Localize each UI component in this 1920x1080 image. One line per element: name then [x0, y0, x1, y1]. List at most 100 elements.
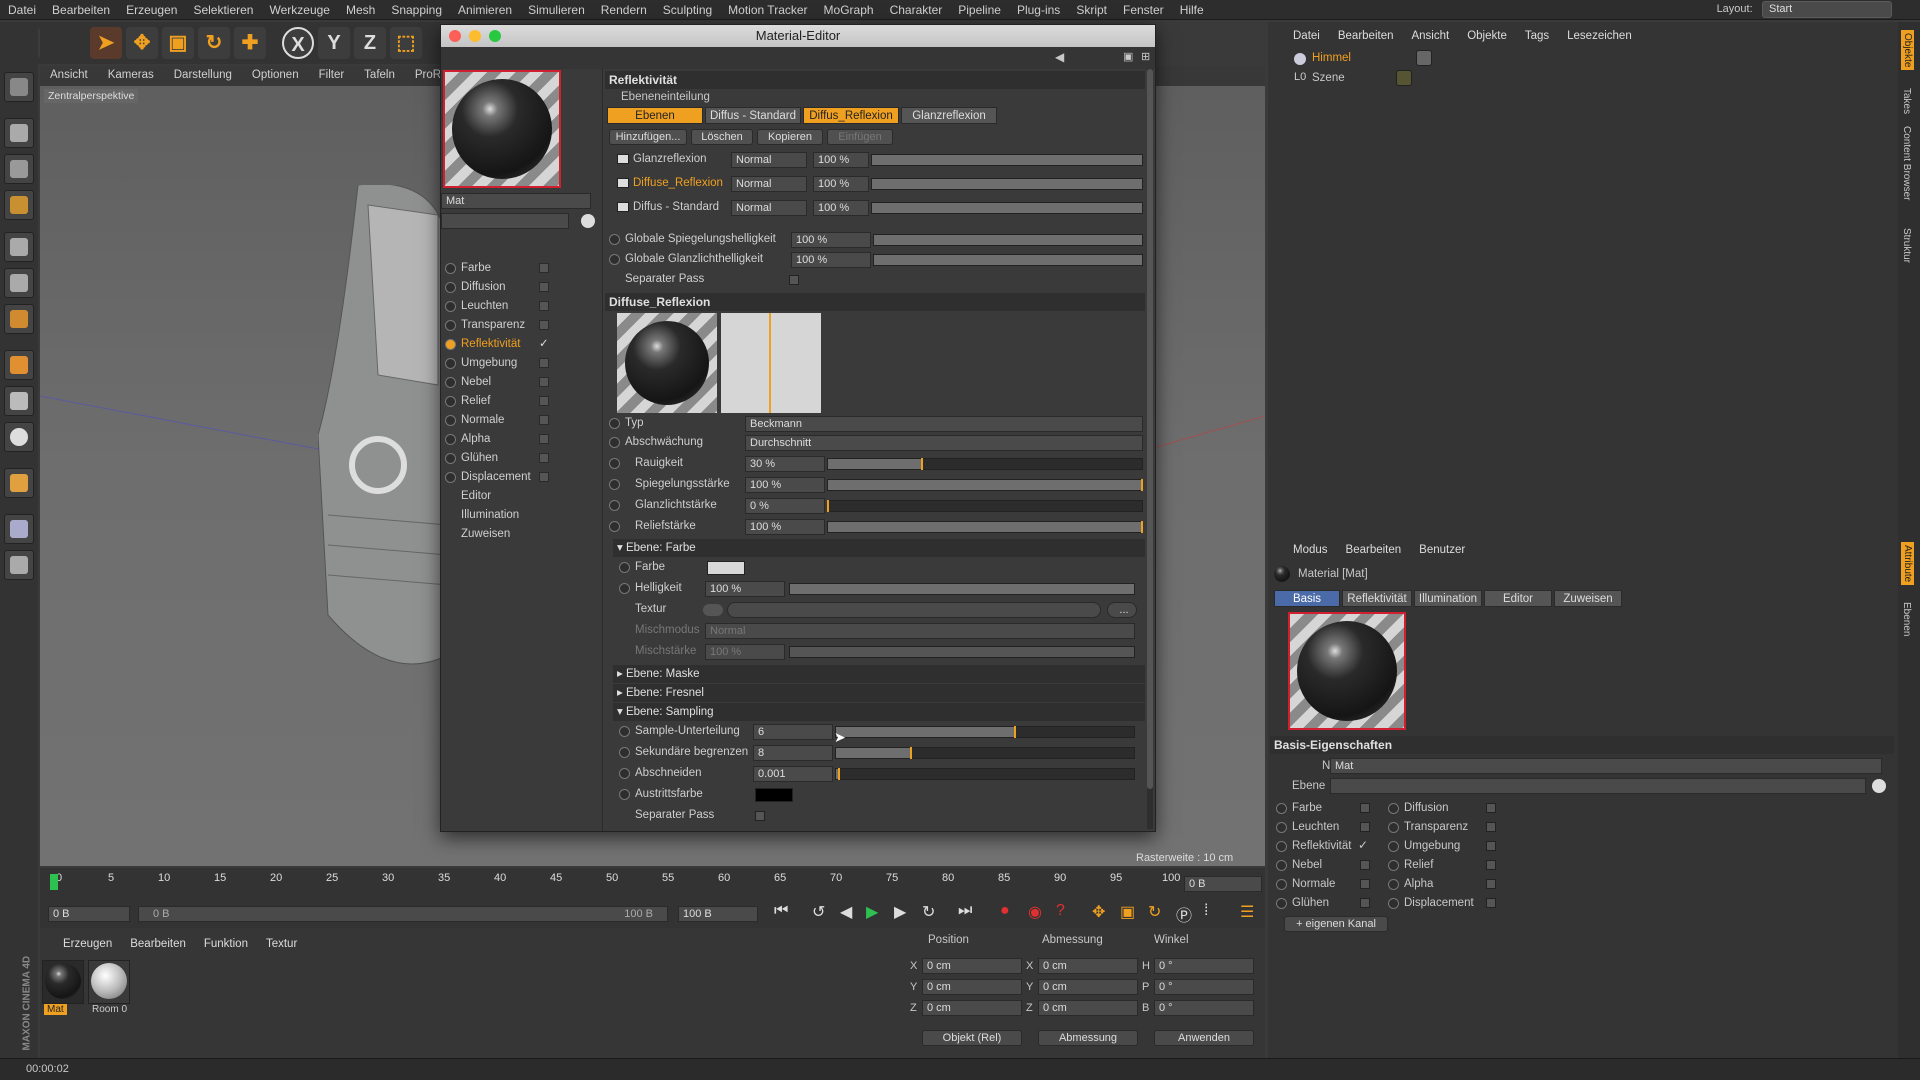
param-slider[interactable]: [827, 458, 1143, 470]
tweak-mode-icon[interactable]: [4, 386, 34, 416]
channel-umgebung[interactable]: Umgebung: [443, 354, 601, 373]
size-x-field[interactable]: 0 cm: [1038, 958, 1138, 974]
channel-normale[interactable]: Normale: [443, 411, 601, 430]
param-field[interactable]: 100 %: [791, 232, 871, 248]
menu-simulieren[interactable]: Simulieren: [520, 0, 593, 18]
param-radio[interactable]: [619, 583, 630, 594]
menu-pipeline[interactable]: Pipeline: [950, 0, 1009, 18]
channel-checkbox[interactable]: [1486, 822, 1496, 832]
om-menu-ansicht[interactable]: Ansicht: [1402, 26, 1458, 46]
end-frame-field[interactable]: 100 B: [678, 906, 758, 922]
material-name-field[interactable]: Mat: [441, 193, 591, 209]
channel-checkbox[interactable]: [539, 282, 549, 292]
polygons-mode-icon[interactable]: [4, 304, 34, 334]
separate-pass-checkbox[interactable]: [789, 275, 799, 285]
layer-strength-slider[interactable]: [871, 202, 1143, 214]
layer-strength-field[interactable]: 100 %: [813, 176, 869, 192]
mm-menu-funktion[interactable]: Funktion: [195, 934, 257, 954]
vp-menu-tafeln[interactable]: Tafeln: [354, 66, 405, 84]
menu-mesh[interactable]: Mesh: [338, 0, 383, 18]
layer-visibility-icon[interactable]: [617, 154, 629, 164]
start-frame-field[interactable]: 0 B: [48, 906, 130, 922]
menu-animieren[interactable]: Animieren: [450, 0, 520, 18]
am-menu-benutzer[interactable]: Benutzer: [1410, 540, 1474, 560]
record-icon[interactable]: ●: [1000, 902, 1010, 920]
channel-reflektivitaet[interactable]: Reflektivität ✓: [443, 335, 601, 354]
param-radio[interactable]: [619, 789, 630, 800]
separate-pass-2-row[interactable]: Separater Pass: [605, 807, 1155, 825]
mix-strength-row[interactable]: Mischstärke 100 %: [605, 643, 1155, 661]
channel-checkbox[interactable]: [1486, 841, 1496, 851]
model-mode-icon[interactable]: [4, 72, 34, 102]
type-row[interactable]: Typ Beckmann: [605, 415, 1155, 433]
roughness-row[interactable]: Rauigkeit 30 %: [605, 455, 1155, 473]
channel-farbe[interactable]: Farbe: [443, 259, 601, 278]
param-field[interactable]: 100 %: [745, 519, 825, 535]
param-slider[interactable]: [789, 583, 1135, 595]
param-radio[interactable]: [609, 521, 620, 532]
snap-icon[interactable]: [4, 422, 34, 452]
material-tag-icon[interactable]: [1396, 70, 1412, 86]
axis-z-button[interactable]: Z: [354, 27, 386, 59]
fresnel-group-header[interactable]: ▸ Ebene: Fresnel: [613, 684, 1145, 702]
vp-menu-optionen[interactable]: Optionen: [242, 66, 309, 84]
scale-tool-icon[interactable]: ▣: [162, 27, 194, 59]
layer-tab-diffus-standard[interactable]: Diffus - Standard: [705, 107, 801, 124]
bump-strength-row[interactable]: Reliefstärke 100 %: [605, 518, 1155, 536]
param-slider[interactable]: [835, 726, 1135, 738]
layer-picker-icon[interactable]: [1872, 779, 1886, 793]
separate-pass-row[interactable]: Separater Pass: [605, 271, 1155, 289]
menu-hilfe[interactable]: Hilfe: [1172, 0, 1212, 18]
exit-color-row[interactable]: Austrittsfarbe: [605, 786, 1155, 804]
channel-transparenz[interactable]: Transparenz: [443, 316, 601, 335]
param-slider[interactable]: [827, 521, 1143, 533]
apply-button[interactable]: Anwenden: [1154, 1030, 1254, 1046]
param-field[interactable]: 100 %: [791, 252, 871, 268]
om-menu-bearbeiten[interactable]: Bearbeiten: [1329, 26, 1403, 46]
channel-checkbox[interactable]: [539, 320, 549, 330]
coord-mode-dropdown[interactable]: Objekt (Rel): [922, 1030, 1022, 1046]
attr-channel-displacement[interactable]: Displacement: [1388, 895, 1498, 912]
brightness-row[interactable]: Helligkeit 100 %: [605, 580, 1155, 598]
frame-range-slider[interactable]: 0 B 100 B: [138, 906, 668, 922]
prev-key-icon[interactable]: ↺: [812, 902, 825, 922]
channel-checkmark-icon[interactable]: ✓: [539, 335, 549, 354]
menu-plugins[interactable]: Plug-ins: [1009, 0, 1068, 18]
add-custom-channel-button[interactable]: + eigenen Kanal: [1284, 916, 1388, 932]
attr-tab-basis[interactable]: Basis: [1274, 590, 1340, 607]
menu-skript[interactable]: Skript: [1068, 0, 1115, 18]
mm-menu-textur[interactable]: Textur: [257, 934, 306, 954]
param-slider[interactable]: [873, 234, 1143, 246]
menu-rendern[interactable]: Rendern: [593, 0, 655, 18]
lock-icon[interactable]: ▣: [1123, 50, 1133, 63]
texture-row[interactable]: Textur ...: [605, 601, 1155, 619]
channel-editor[interactable]: Editor: [443, 487, 601, 506]
channel-checkbox[interactable]: [539, 358, 549, 368]
param-field[interactable]: 100 %: [745, 477, 825, 493]
global-specular-row[interactable]: Globale Glanzlichthelligkeit 100 %: [605, 251, 1155, 269]
attr-tab-editor[interactable]: Editor: [1484, 590, 1552, 607]
channel-checkbox[interactable]: [1360, 822, 1370, 832]
param-radio[interactable]: [609, 479, 620, 490]
param-radio[interactable]: [619, 562, 630, 573]
channel-displacement[interactable]: Displacement: [443, 468, 601, 487]
attr-channel-reflektivitaet[interactable]: Reflektivität ✓: [1276, 838, 1376, 855]
menu-fenster[interactable]: Fenster: [1115, 0, 1172, 18]
param-radio[interactable]: [609, 500, 620, 511]
grid-icon[interactable]: [4, 514, 34, 544]
param-field[interactable]: 100 %: [705, 581, 785, 597]
side-tab-attribute[interactable]: Attribute: [1901, 542, 1914, 586]
texture-arrow-icon[interactable]: [703, 604, 723, 616]
layer-mode-dropdown[interactable]: Normal: [731, 176, 807, 192]
size-y-field[interactable]: 0 cm: [1038, 979, 1138, 995]
am-menu-modus[interactable]: Modus: [1284, 540, 1337, 560]
channel-checkbox[interactable]: [539, 377, 549, 387]
add-tool-icon[interactable]: ✚: [234, 27, 266, 59]
attenuation-dropdown[interactable]: Durchschnitt: [745, 435, 1143, 451]
menu-snapping[interactable]: Snapping: [383, 0, 450, 18]
channel-zuweisen[interactable]: Zuweisen: [443, 525, 601, 544]
texture-more-button[interactable]: ...: [1107, 602, 1137, 618]
layer-strength-field[interactable]: 100 %: [813, 200, 869, 216]
mix-mode-row[interactable]: Mischmodus Normal: [605, 622, 1155, 640]
vp-menu-kameras[interactable]: Kameras: [98, 66, 164, 84]
